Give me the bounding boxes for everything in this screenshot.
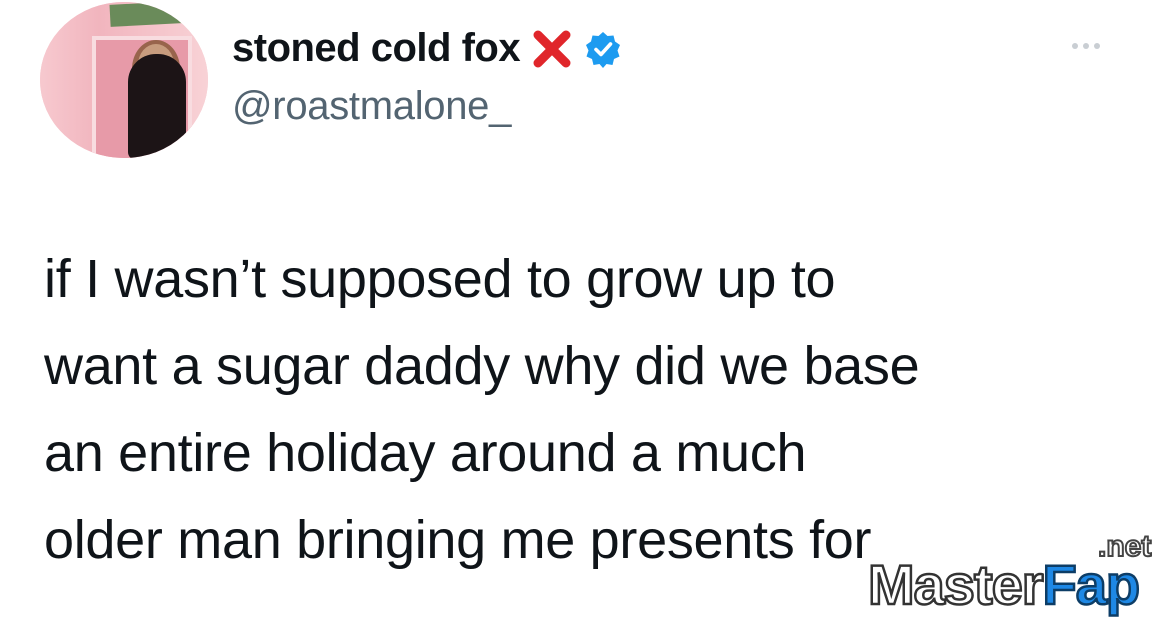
tweet-line: an entire holiday around a much [44,423,807,483]
author-name-row: stoned cold fox [232,26,622,71]
watermark: MasterFap [867,552,1142,617]
author-display-name[interactable]: stoned cold fox [232,26,521,71]
tweet-line: if I wasn’t supposed to grow up to [44,249,836,309]
author-handle[interactable]: @roastmalone_ [232,84,511,129]
more-dot [1094,43,1100,49]
avatar-person [128,54,186,158]
profile-avatar[interactable] [40,2,208,158]
tweet-text: if I wasn’t supposed to grow up to want … [44,236,1154,606]
tweet-line: want a sugar daddy why did we base [44,336,920,396]
more-dots-icon[interactable] [1072,36,1120,56]
watermark-accent: Fap [1041,552,1141,617]
watermark-main: Master [867,552,1045,617]
verified-badge-icon [586,31,621,68]
red-x-icon [533,30,571,67]
more-dot [1083,43,1089,49]
more-dot [1072,43,1078,49]
